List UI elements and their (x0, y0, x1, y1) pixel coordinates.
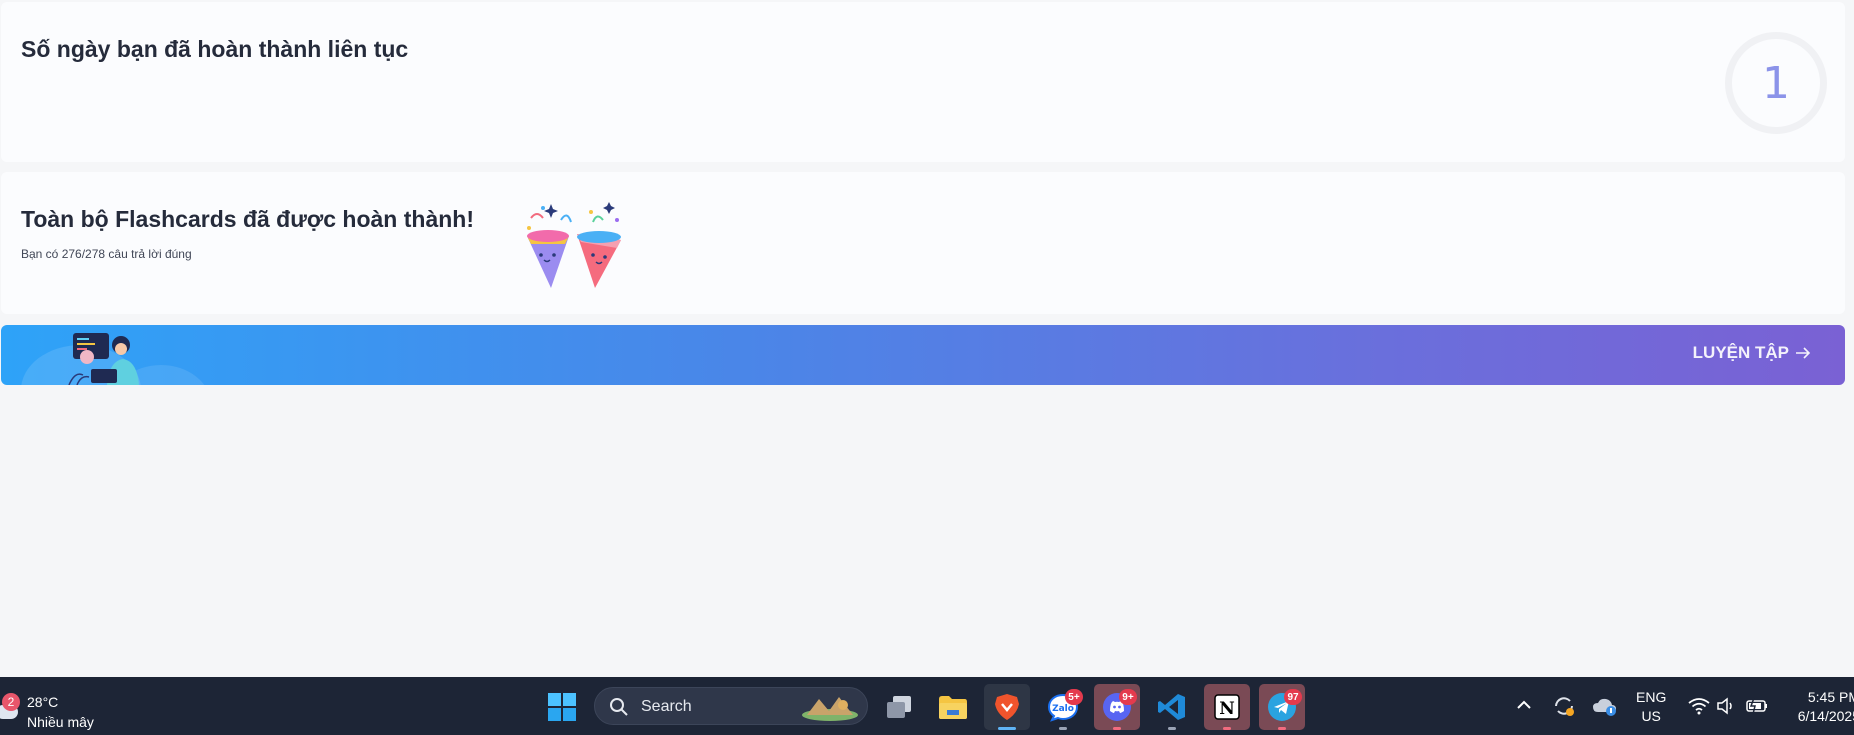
vscode-icon (1158, 694, 1185, 720)
battery-icon[interactable] (1745, 697, 1769, 715)
notion-icon: N (1214, 694, 1240, 720)
practice-label: LUYỆN TẬP (1692, 343, 1789, 362)
search-placeholder: Search (641, 698, 692, 715)
brave-browser-icon (995, 694, 1019, 720)
clock-time: 5:45 PM (1807, 689, 1854, 705)
svg-text:Zalo: Zalo (1052, 704, 1074, 714)
windows-start-icon (548, 693, 576, 721)
discord-badge: 9+ (1119, 689, 1137, 705)
weather-widget[interactable]: 2 28°C Nhiều mây (0, 685, 110, 730)
running-indicator (1113, 727, 1121, 730)
weather-temperature: 28°C (27, 694, 59, 710)
search-highlight-illustration (802, 697, 858, 721)
telegram-badge: 97 (1284, 689, 1302, 705)
clock-date: 6/14/2025 (1797, 708, 1854, 724)
keyboard-layout: US (1641, 708, 1661, 724)
running-indicator (1059, 727, 1067, 730)
onedrive-icon[interactable] (1592, 696, 1618, 716)
streak-card: Số ngày bạn đã hoàn thành liên tục 1 (1, 2, 1845, 162)
completion-score: Bạn có 276/278 câu trả lời đúng (21, 247, 192, 261)
folder-icon (939, 696, 967, 719)
language-code: ENG (1636, 689, 1667, 705)
chevron-up-icon[interactable] (1515, 698, 1533, 712)
volume-icon[interactable] (1716, 697, 1736, 715)
completion-title: Toàn bộ Flashcards đã được hoàn thành! (21, 206, 475, 232)
task-view-icon (887, 696, 911, 718)
arrow-right-icon (1796, 347, 1811, 359)
search-icon (610, 698, 628, 716)
weather-condition: Nhiều mây (27, 714, 94, 730)
wifi-icon[interactable] (1688, 697, 1710, 715)
discord-button[interactable]: 9+ (1094, 684, 1140, 730)
active-indicator (998, 727, 1016, 730)
notion-button[interactable]: N (1204, 684, 1250, 730)
telegram-button[interactable]: 97 (1259, 684, 1305, 730)
taskbar-search[interactable]: Search (594, 687, 868, 725)
running-indicator (1223, 727, 1231, 730)
task-view-button[interactable] (876, 684, 922, 730)
running-indicator (1168, 727, 1176, 730)
weather-badge: 2 (2, 693, 20, 711)
streak-counter: 1 (1725, 32, 1827, 134)
streak-count: 1 (1762, 57, 1790, 109)
practice-banner[interactable]: LUYỆN TẬP (1, 325, 1845, 385)
language-indicator[interactable]: ENG US (1636, 688, 1666, 726)
windows-taskbar: 2 28°C Nhiều mây Search Zalo 5+ 9+ N 97 … (0, 677, 1854, 735)
sync-icon[interactable] (1552, 694, 1576, 718)
svg-text:N: N (1219, 699, 1235, 719)
system-clock[interactable]: 5:45 PM 6/14/2025 (1790, 688, 1854, 726)
streak-title: Số ngày bạn đã hoàn thành liên tục (21, 36, 409, 62)
zalo-button[interactable]: Zalo 5+ (1040, 684, 1086, 730)
party-popper-illustration (527, 202, 621, 288)
practice-button[interactable]: LUYỆN TẬP (1693, 343, 1811, 363)
student-laptop-illustration (68, 333, 139, 385)
zalo-badge: 5+ (1065, 689, 1083, 705)
completion-card: Toàn bộ Flashcards đã được hoàn thành! B… (1, 172, 1845, 314)
file-explorer-button[interactable] (930, 684, 976, 730)
running-indicator (1278, 727, 1286, 730)
start-button[interactable] (539, 684, 585, 730)
vscode-button[interactable] (1149, 684, 1195, 730)
brave-browser-button[interactable] (984, 684, 1030, 730)
